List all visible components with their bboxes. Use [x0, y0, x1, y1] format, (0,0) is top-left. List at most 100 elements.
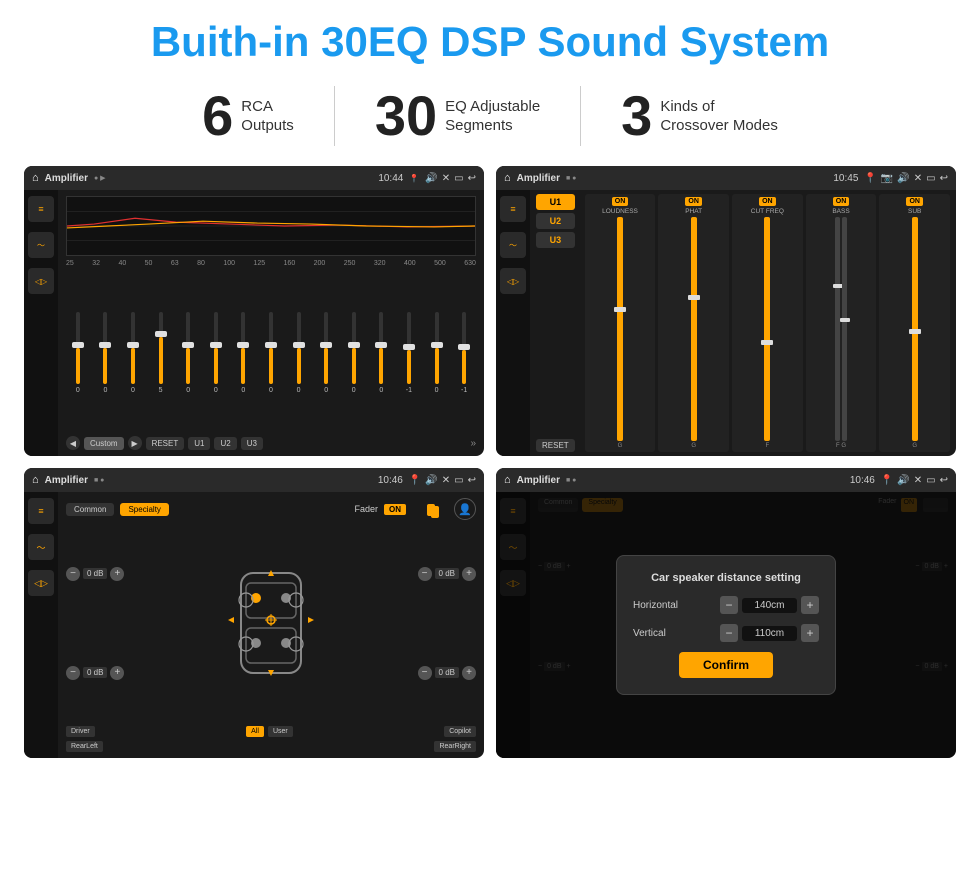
eq-freq-labels: 253240506380100125160200250320400500630 — [66, 260, 476, 267]
stat-rca: 6 RCA Outputs — [162, 88, 334, 144]
fader-rearright-minus[interactable]: − — [418, 666, 432, 680]
sidebar-eq-btn-2[interactable]: ≡ — [500, 196, 526, 222]
dialog-horizontal-plus[interactable]: + — [801, 596, 819, 614]
screen-bar-3: ⌂ Amplifier ■ ● 10:46 📍🔊✕▭↩ — [24, 468, 484, 492]
confirm-button[interactable]: Confirm — [679, 652, 773, 678]
rear-left-label-btn[interactable]: RearLeft — [66, 741, 103, 752]
copilot-label-btn[interactable]: Copilot — [444, 726, 476, 737]
fader-label: Fader — [354, 504, 378, 514]
eq-slider-9[interactable]: 0 — [314, 312, 338, 394]
fader-driver-control: − 0 dB + — [66, 567, 124, 581]
sidebar-vol-btn-3[interactable]: ◁▷ — [28, 570, 54, 596]
eq-preset-label: Custom — [84, 437, 124, 450]
fader-rearleft-minus[interactable]: − — [66, 666, 80, 680]
all-label-btn[interactable]: All — [246, 726, 264, 737]
sidebar-vol-btn-2[interactable]: ◁▷ — [500, 268, 526, 294]
fader-copilot-minus[interactable]: − — [418, 567, 432, 581]
screen-eq: ⌂ Amplifier ● ▶ 10:44 📍 🔊✕▭↩ ≡ 〜 ◁▷ — [24, 166, 484, 456]
fader-left-controls: − 0 dB + − 0 dB + — [66, 524, 124, 722]
eq-slider-5[interactable]: 0 — [204, 312, 228, 394]
fader-rearleft-plus[interactable]: + — [110, 666, 124, 680]
fader-right-controls: − 0 dB + − 0 dB + — [418, 524, 476, 722]
screen-amp2: ⌂ Amplifier ■ ● 10:45 📍📷🔊✕▭↩ ≡ 〜 ◁▷ U1 U… — [496, 166, 956, 456]
eq-main: 253240506380100125160200250320400500630 … — [58, 190, 484, 456]
fader-on-toggle[interactable]: ON — [384, 504, 406, 515]
screen-bar-icons-3: 📍🔊✕▭↩ — [409, 475, 476, 486]
cutfreq-on[interactable]: ON — [759, 197, 776, 206]
eq-slider-13[interactable]: 0 — [425, 312, 449, 394]
eq-u2-btn[interactable]: U2 — [214, 437, 236, 450]
phat-on[interactable]: ON — [685, 197, 702, 206]
eq-slider-3[interactable]: 5 — [149, 312, 173, 394]
sidebar-wave-btn[interactable]: 〜 — [28, 232, 54, 258]
fader-driver-plus[interactable]: + — [110, 567, 124, 581]
eq-u1-btn[interactable]: U1 — [188, 437, 210, 450]
rear-right-label-btn[interactable]: RearRight — [434, 741, 476, 752]
screen-bar-1: ⌂ Amplifier ● ▶ 10:44 📍 🔊✕▭↩ — [24, 166, 484, 190]
eq-slider-12[interactable]: -1 — [397, 312, 421, 394]
screen-time-1: 10:44 — [378, 173, 403, 184]
amp2-u3-btn[interactable]: U3 — [536, 232, 575, 248]
sidebar-eq-btn-3[interactable]: ≡ — [28, 498, 54, 524]
screen-bar-2: ⌂ Amplifier ■ ● 10:45 📍📷🔊✕▭↩ — [496, 166, 956, 190]
eq-more-icon[interactable]: » — [470, 438, 476, 449]
fader-car-diagram — [130, 524, 411, 722]
eq-slider-1[interactable]: 0 — [94, 312, 118, 394]
fader-rear-row: RearLeft RearRight — [66, 741, 476, 752]
sidebar-wave-btn-3[interactable]: 〜 — [28, 534, 54, 560]
eq-u3-btn[interactable]: U3 — [241, 437, 263, 450]
amp2-u2-btn[interactable]: U2 — [536, 213, 575, 229]
user-label-btn[interactable]: User — [268, 726, 293, 737]
home-icon: ⌂ — [32, 172, 39, 184]
bass-on[interactable]: ON — [833, 197, 850, 206]
amp2-channel-phat: ON PHAT G — [658, 194, 729, 452]
amp2-u1-btn[interactable]: U1 — [536, 194, 575, 210]
screen-time-2: 10:45 — [833, 173, 858, 184]
eq-slider-4[interactable]: 0 — [176, 312, 200, 394]
loudness-on[interactable]: ON — [612, 197, 629, 206]
eq-slider-11[interactable]: 0 — [370, 312, 394, 394]
eq-slider-0[interactable]: 0 — [66, 312, 90, 394]
eq-slider-2[interactable]: 0 — [121, 312, 145, 394]
amp2-channels: ON LOUDNESS G ON PHAT — [585, 194, 950, 452]
screen-time-4: 10:46 — [850, 475, 875, 486]
dialog-vertical-minus[interactable]: − — [720, 624, 738, 642]
eq-slider-10[interactable]: 0 — [342, 312, 366, 394]
driver-label-btn[interactable]: Driver — [66, 726, 95, 737]
screen-bar-4: ⌂ Amplifier ■ ● 10:46 📍🔊✕▭↩ — [496, 468, 956, 492]
sidebar-vol-btn[interactable]: ◁▷ — [28, 268, 54, 294]
home-icon-2: ⌂ — [504, 172, 511, 184]
eq-prev-btn[interactable]: ◀ — [66, 436, 80, 450]
fader-copilot-plus[interactable]: + — [462, 567, 476, 581]
fader-body: − 0 dB + − 0 dB + — [66, 524, 476, 722]
screen-fader: ⌂ Amplifier ■ ● 10:46 📍🔊✕▭↩ ≡ 〜 ◁▷ Commo… — [24, 468, 484, 758]
eq-reset-btn[interactable]: RESET — [146, 437, 185, 450]
dialog-vertical-plus[interactable]: + — [801, 624, 819, 642]
dialog-vertical-value: 110cm — [742, 626, 797, 641]
eq-slider-14[interactable]: -1 — [452, 312, 476, 394]
fader-rearleft-db: 0 dB — [83, 667, 107, 678]
eq-slider-8[interactable]: 0 — [287, 312, 311, 394]
screen-content-4: ≡ 〜 ◁▷ Common Specialty Fader ON −0 dB+ … — [496, 492, 956, 758]
amp2-channel-bass: ON BASS F G — [806, 194, 877, 452]
sub-on[interactable]: ON — [906, 197, 923, 206]
fader-specialty-tab[interactable]: Specialty — [120, 503, 168, 516]
eq-slider-7[interactable]: 0 — [259, 312, 283, 394]
home-icon-3: ⌂ — [32, 474, 39, 486]
sidebar-wave-btn-2[interactable]: 〜 — [500, 232, 526, 258]
stat-rca-text: RCA Outputs — [241, 97, 294, 136]
sidebar-eq-btn[interactable]: ≡ — [28, 196, 54, 222]
screen-title-2: Amplifier — [517, 173, 560, 184]
screen-content-1: ≡ 〜 ◁▷ — [24, 190, 484, 456]
dialog-horizontal-minus[interactable]: − — [720, 596, 738, 614]
avatar-icon: 👤 — [454, 498, 476, 520]
amp2-reset-btn[interactable]: RESET — [536, 439, 575, 452]
stat-eq-text: EQ Adjustable Segments — [445, 97, 540, 136]
eq-slider-6[interactable]: 0 — [232, 312, 256, 394]
screen-content-2: ≡ 〜 ◁▷ U1 U2 U3 RESET — [496, 190, 956, 456]
eq-next-btn[interactable]: ▶ — [128, 436, 142, 450]
fader-driver-minus[interactable]: − — [66, 567, 80, 581]
stat-crossover-number: 3 — [621, 88, 652, 144]
fader-rearright-plus[interactable]: + — [462, 666, 476, 680]
fader-common-tab[interactable]: Common — [66, 503, 114, 516]
